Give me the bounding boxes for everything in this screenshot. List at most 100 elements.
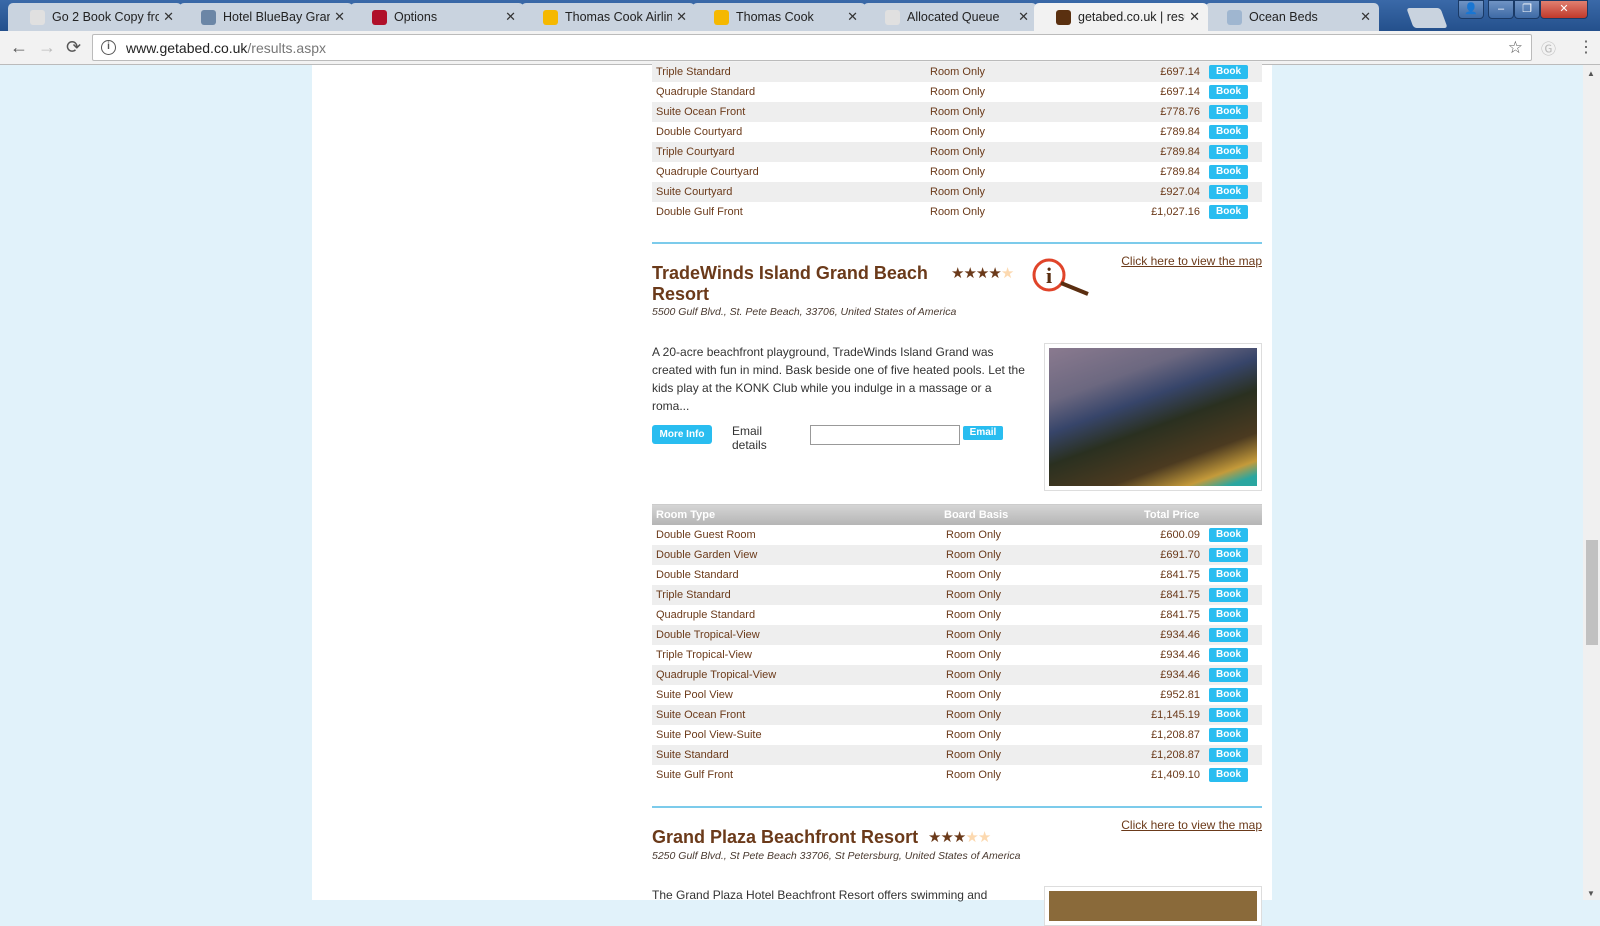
book-button[interactable]: Book <box>1209 85 1248 99</box>
scroll-down-icon[interactable]: ▼ <box>1587 889 1595 898</box>
star-rating: ★★★★★ <box>928 828 991 846</box>
book-button[interactable]: Book <box>1209 668 1248 682</box>
circle-logo-icon <box>30 9 45 25</box>
board-basis: Room Only <box>946 649 1002 661</box>
board-basis: Room Only <box>930 146 986 158</box>
header-room-type: Room Type <box>656 509 716 521</box>
book-button[interactable]: Book <box>1209 145 1248 159</box>
browser-tab[interactable]: Allocated Queue ✕ <box>863 3 1037 31</box>
email-button[interactable]: Email <box>963 426 1003 440</box>
hotel-description: A 20-acre beachfront playground, TradeWi… <box>652 345 1025 413</box>
email-details-label: Email details <box>732 424 767 452</box>
view-map-link[interactable]: Click here to view the map <box>1121 818 1262 832</box>
book-button[interactable]: Book <box>1209 125 1248 139</box>
minimize-button[interactable]: – <box>1488 0 1514 19</box>
board-basis: Room Only <box>946 549 1002 561</box>
book-button[interactable]: Book <box>1209 105 1248 119</box>
book-button[interactable]: Book <box>1209 165 1248 179</box>
total-price: £1,208.87 <box>1151 729 1200 741</box>
heart-icon <box>714 9 729 25</box>
book-button[interactable]: Book <box>1209 185 1248 199</box>
book-button[interactable]: Book <box>1209 628 1248 642</box>
url-path: /results.aspx <box>247 39 326 56</box>
room-type: Quadruple Tropical-View <box>656 669 777 681</box>
scrollbar-thumb[interactable] <box>1586 540 1598 645</box>
hotel-name[interactable]: Grand Plaza Beachfront Resort <box>652 827 918 848</box>
scroll-up-icon[interactable]: ▲ <box>1587 69 1595 78</box>
book-button[interactable]: Book <box>1209 568 1248 582</box>
board-basis: Room Only <box>930 166 986 178</box>
more-info-button[interactable]: More Info <box>652 425 712 444</box>
book-button[interactable]: Book <box>1209 748 1248 762</box>
tab-title: Allocated Queue <box>907 10 1000 24</box>
browser-tab[interactable]: Thomas Cook ✕ <box>692 3 866 31</box>
board-basis: Room Only <box>946 529 1002 541</box>
table-row: Triple Standard Room Only £841.75 Book <box>652 585 1262 605</box>
previous-hotel-room-table: Triple Standard Room Only £697.14 Book Quadr… <box>652 62 1262 222</box>
view-map-link[interactable]: Click here to view the map <box>1121 254 1262 268</box>
close-tab-icon[interactable]: ✕ <box>505 9 516 25</box>
room-type: Triple Standard <box>656 66 731 78</box>
menu-icon[interactable]: ⋮ <box>1578 37 1594 57</box>
book-button[interactable]: Book <box>1209 548 1248 562</box>
hotel-name[interactable]: TradeWinds Island Grand Beach Resort <box>652 263 942 305</box>
address-bar[interactable]: i www.getabed.co.uk/results.aspx ☆ <box>92 34 1532 61</box>
room-type: Quadruple Courtyard <box>656 166 759 178</box>
close-tab-icon[interactable]: ✕ <box>163 9 174 25</box>
new-tab-button[interactable] <box>1406 8 1448 28</box>
bookmark-star-icon[interactable]: ☆ <box>1508 38 1523 58</box>
close-window-button[interactable]: ✕ <box>1540 0 1588 19</box>
book-button[interactable]: Book <box>1209 648 1248 662</box>
forward-icon[interactable]: → <box>38 37 56 58</box>
total-price: £697.14 <box>1160 66 1200 78</box>
room-type: Double Tropical-View <box>656 629 760 641</box>
close-tab-icon[interactable]: ✕ <box>1189 9 1200 25</box>
browser-tab[interactable]: Thomas Cook Airlines✕ <box>521 3 695 31</box>
close-tab-icon[interactable]: ✕ <box>847 9 858 25</box>
browser-tab[interactable]: Options ✕ <box>350 3 524 31</box>
table-row: Suite Ocean Front Room Only £1,145.19 Book <box>652 705 1262 725</box>
table-row: Triple Standard Room Only £697.14 Book <box>652 62 1262 82</box>
book-button[interactable]: Book <box>1209 528 1248 542</box>
book-button[interactable]: Book <box>1209 768 1248 782</box>
close-tab-icon[interactable]: ✕ <box>334 9 345 25</box>
book-button[interactable]: Book <box>1209 688 1248 702</box>
email-input[interactable] <box>810 425 960 445</box>
hotel-divider <box>652 242 1262 244</box>
user-profile-button[interactable]: 👤 <box>1458 0 1484 19</box>
virgin-icon <box>372 9 387 25</box>
book-button[interactable]: Book <box>1209 205 1248 219</box>
book-button[interactable]: Book <box>1209 708 1248 722</box>
browser-tab[interactable]: Ocean Beds ✕ <box>1205 3 1379 31</box>
restore-button[interactable]: ❐ <box>1514 0 1540 19</box>
total-price: £934.46 <box>1160 629 1200 641</box>
total-price: £927.04 <box>1160 186 1200 198</box>
info-icon[interactable]: i <box>101 40 116 55</box>
back-icon[interactable]: ← <box>10 37 28 58</box>
reload-icon[interactable]: ⟳ <box>66 37 81 58</box>
book-button[interactable]: Book <box>1209 65 1248 79</box>
scrollbar[interactable]: ▲ ▼ <box>1583 65 1600 900</box>
close-tab-icon[interactable]: ✕ <box>676 9 687 25</box>
total-price: £691.70 <box>1160 549 1200 561</box>
close-tab-icon[interactable]: ✕ <box>1018 9 1029 25</box>
table-row: Double Tropical-View Room Only £934.46 Book <box>652 625 1262 645</box>
extension-icon[interactable]: Ⓖ <box>1541 38 1556 59</box>
total-price: £600.09 <box>1160 529 1200 541</box>
hotel-info-magnifier-icon[interactable]: i <box>1031 257 1091 297</box>
book-button[interactable]: Book <box>1209 728 1248 742</box>
star-empty-icon: ★ <box>977 829 991 846</box>
book-button[interactable]: Book <box>1209 608 1248 622</box>
total-price: £952.81 <box>1160 689 1200 701</box>
room-type: Suite Gulf Front <box>656 769 734 781</box>
book-button[interactable]: Book <box>1209 588 1248 602</box>
browser-tab[interactable]: Go 2 Book Copy from✕ <box>8 3 182 31</box>
close-tab-icon[interactable]: ✕ <box>1360 9 1371 25</box>
browser-tab[interactable]: getabed.co.uk | result ✕ <box>1034 3 1208 31</box>
total-price: £841.75 <box>1160 569 1200 581</box>
browser-tab[interactable]: Hotel BlueBay Grand ✕ <box>179 3 353 31</box>
hotel-photo <box>1044 886 1262 926</box>
hotel-address: 5250 Gulf Blvd., St Pete Beach 33706, St… <box>652 850 1021 862</box>
board-basis: Room Only <box>946 569 1002 581</box>
table-row: Double Garden View Room Only £691.70 Book <box>652 545 1262 565</box>
